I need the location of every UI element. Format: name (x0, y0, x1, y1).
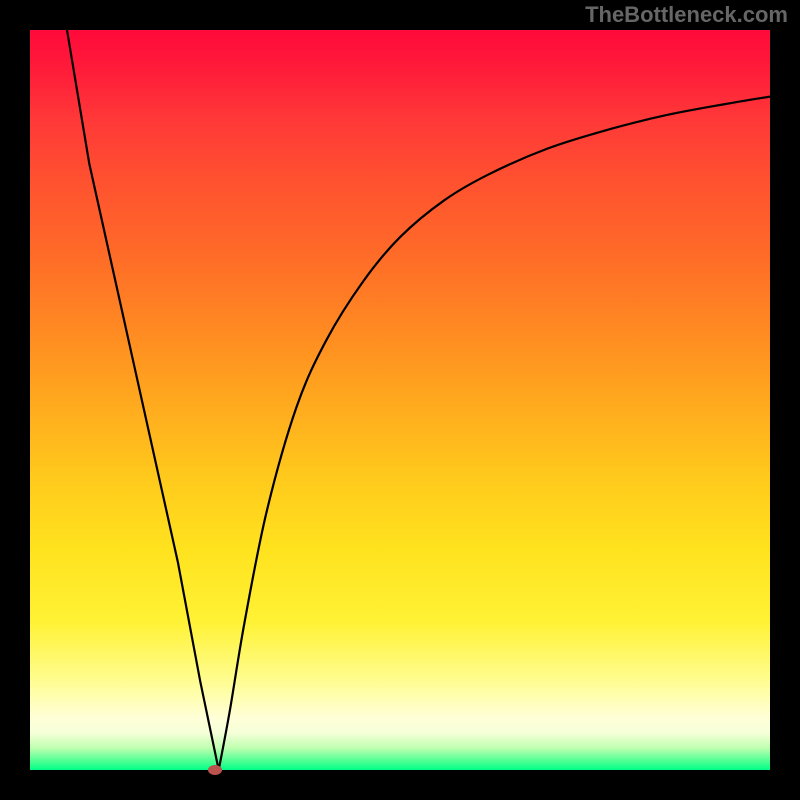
watermark-text: TheBottleneck.com (585, 2, 788, 28)
bottleneck-marker (208, 765, 222, 775)
chart-curve (30, 30, 770, 770)
plot-area (30, 30, 770, 770)
